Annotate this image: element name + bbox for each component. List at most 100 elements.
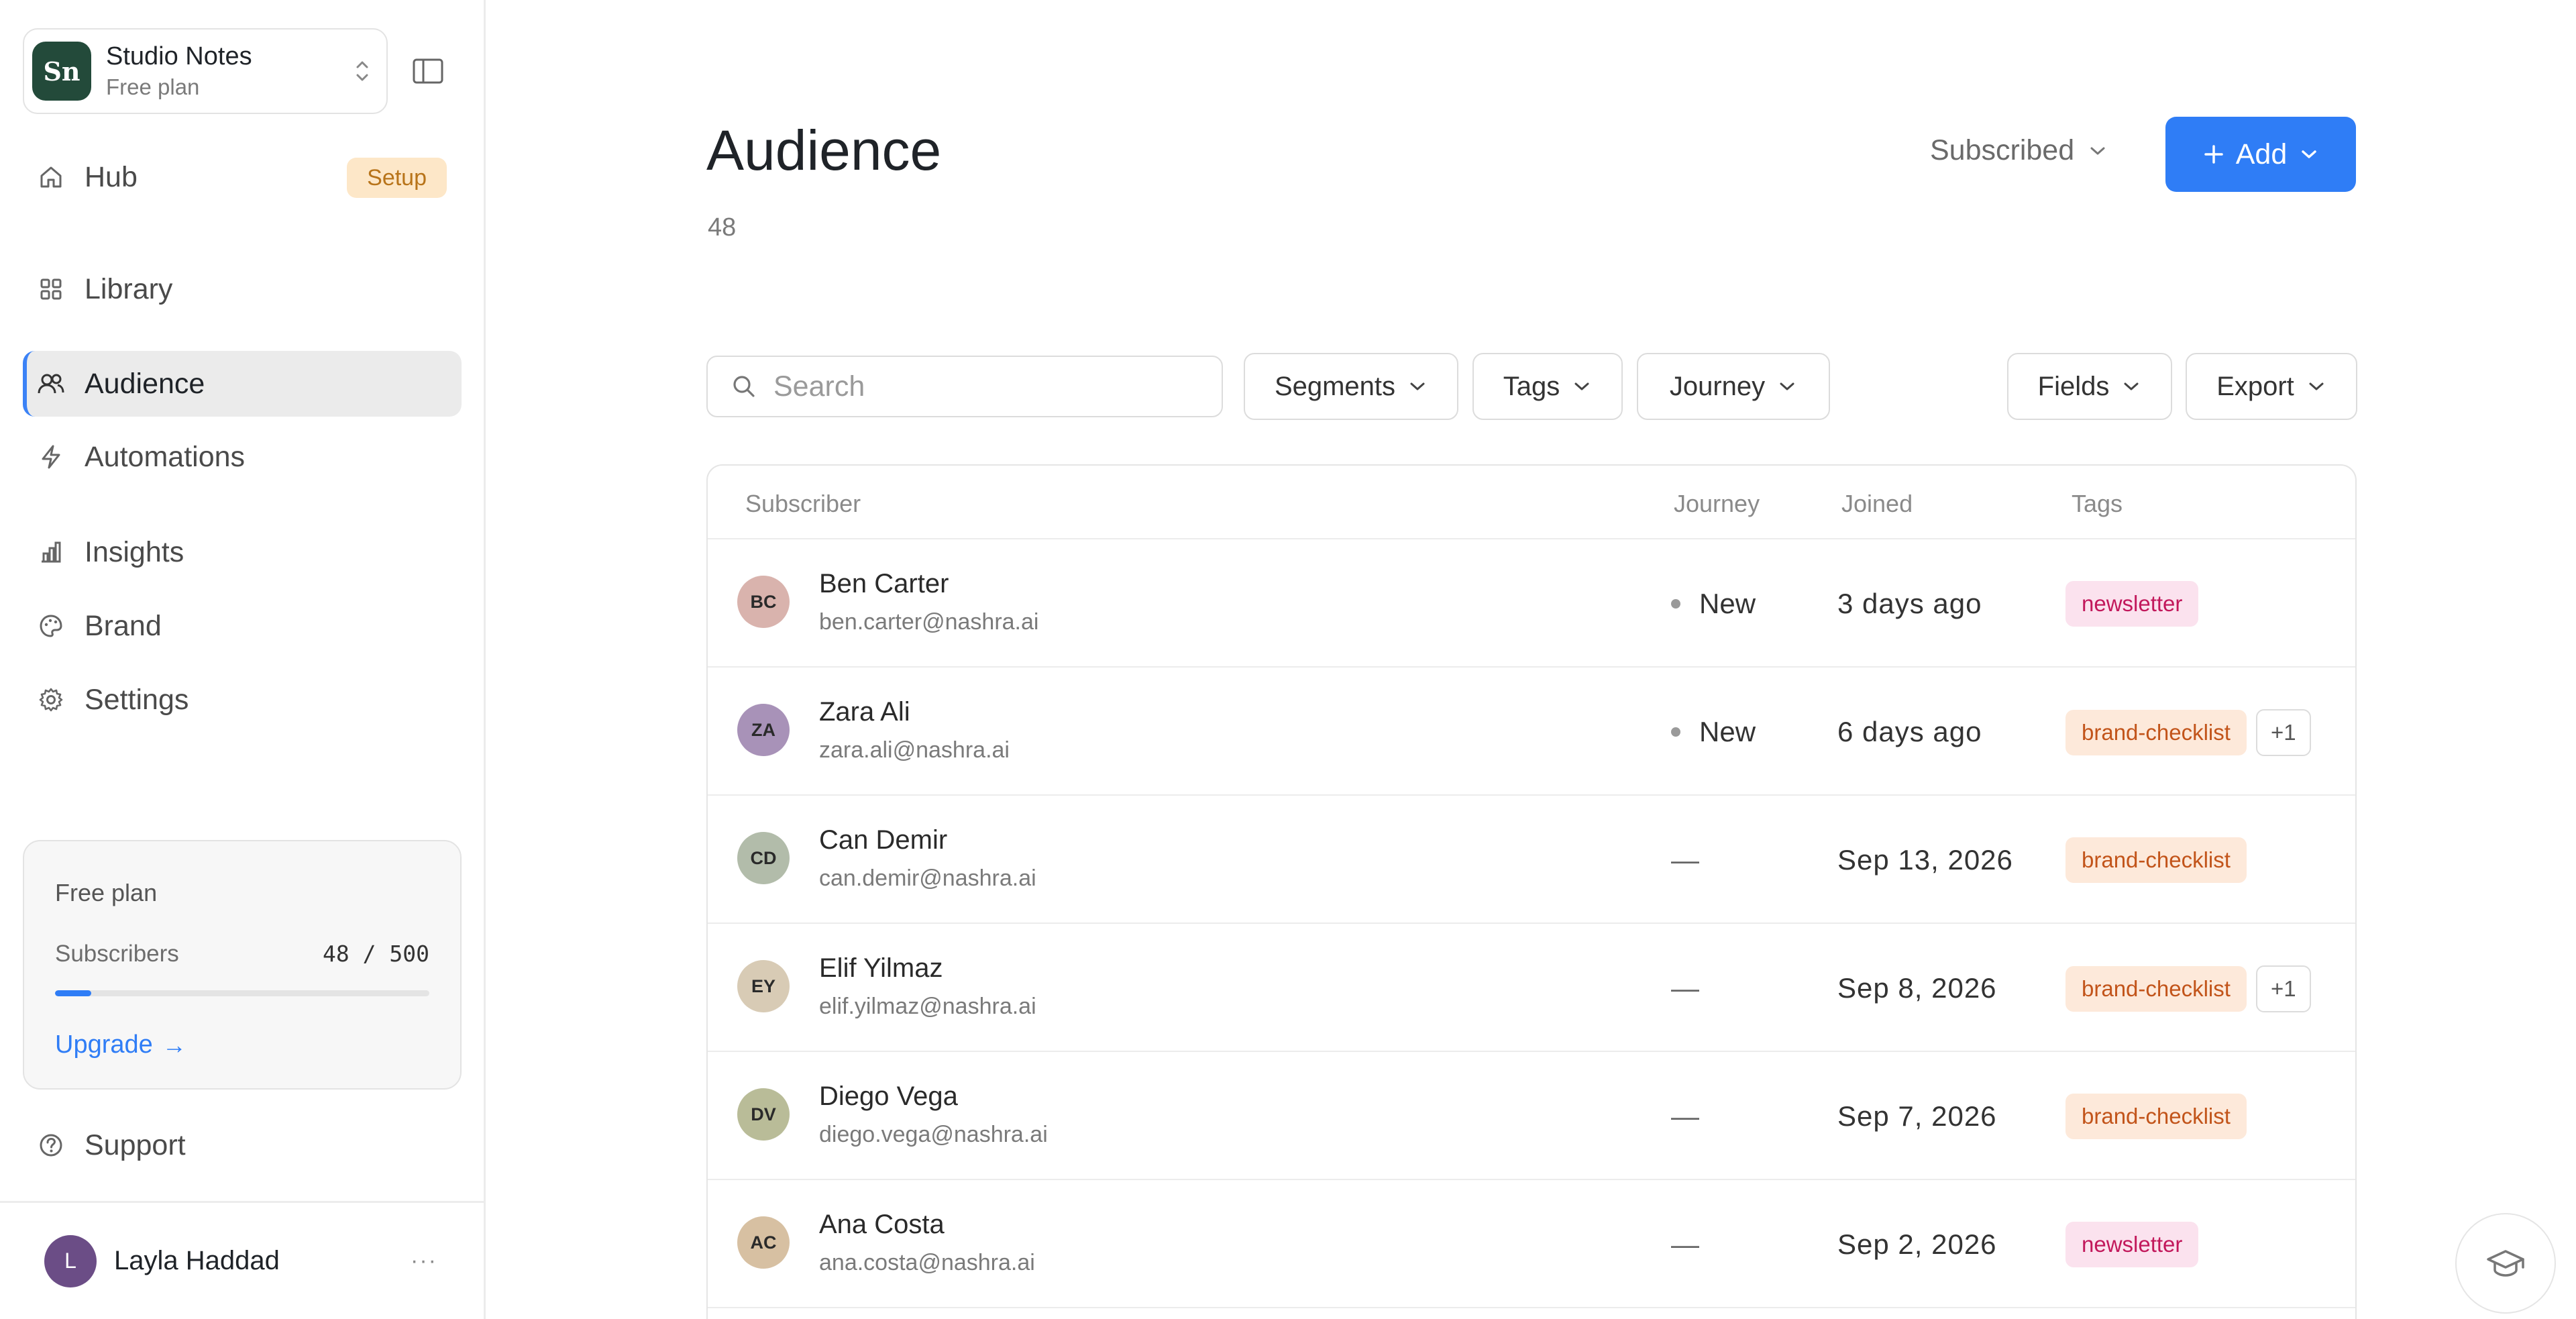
table-row[interactable]: BC Ben Carter ben.carter@nashra.ai New 3 day… xyxy=(708,539,2355,668)
more-options-icon[interactable]: ··· xyxy=(411,1248,437,1274)
workspace-switcher[interactable]: Sn Studio Notes Free plan xyxy=(23,28,388,114)
journey-label: Journey xyxy=(1669,371,1766,401)
avatar: BC xyxy=(737,576,790,628)
column-header-tags[interactable]: Tags xyxy=(2072,490,2123,518)
sidebar-item-support[interactable]: Support xyxy=(23,1112,462,1178)
search-box[interactable] xyxy=(706,356,1223,417)
user-menu[interactable]: L Layla Haddad ··· xyxy=(0,1201,486,1319)
joined-date: Sep 2, 2026 xyxy=(1837,1228,1997,1260)
more-tags-badge[interactable]: +1 xyxy=(2255,965,2311,1012)
avatar: EY xyxy=(737,960,790,1012)
tags-cell: brand-checklist xyxy=(2065,1094,2256,1139)
table-row[interactable]: CD Can Demir can.demir@nashra.ai — Sep 13, 2… xyxy=(708,796,2355,924)
sidebar-item-automations[interactable]: Automations xyxy=(23,424,462,490)
tags-label: Tags xyxy=(1503,371,1560,401)
avatar: L xyxy=(44,1234,97,1287)
avatar: CD xyxy=(737,832,790,884)
add-button[interactable]: Add xyxy=(2165,117,2356,192)
export-button[interactable]: Export xyxy=(2186,353,2357,420)
tag-badge[interactable]: newsletter xyxy=(2065,581,2199,627)
column-header-journey[interactable]: Journey xyxy=(1674,490,1760,518)
gear-icon xyxy=(36,685,66,715)
tags-cell: newsletter xyxy=(2065,581,2208,627)
status-dot-icon xyxy=(1671,599,1680,609)
workspace-plan: Free plan xyxy=(106,74,200,99)
search-input[interactable] xyxy=(773,370,1203,403)
sidebar-item-hub[interactable]: Hub Setup xyxy=(23,144,462,210)
segments-filter[interactable]: Segments xyxy=(1244,353,1458,420)
subscriber-name[interactable]: Elif Yilmaz xyxy=(819,953,943,984)
column-header-joined[interactable]: Joined xyxy=(1841,490,1913,518)
sidebar-toggle-icon[interactable] xyxy=(412,58,444,85)
sidebar-item-insights[interactable]: Insights xyxy=(23,519,462,585)
sidebar-item-label: Audience xyxy=(85,367,205,400)
avatar: ZA xyxy=(737,704,790,756)
main-content: Audience 48 Subscribed Add Segments Tags… xyxy=(488,0,2576,1319)
journey-cell: New xyxy=(1671,716,1756,748)
sidebar-item-label: Library xyxy=(85,272,173,305)
subscriber-name[interactable]: Can Demir xyxy=(819,825,947,855)
help-circle-icon xyxy=(36,1130,66,1160)
page-title: Audience xyxy=(706,119,942,182)
avatar: AC xyxy=(737,1216,790,1269)
chevron-updown-icon xyxy=(356,61,368,81)
sidebar-item-label: Brand xyxy=(85,609,162,642)
status-filter-dropdown[interactable]: Subscribed xyxy=(1930,134,2108,167)
tags-cell: brand-checklist +1 xyxy=(2065,709,2311,756)
table-row[interactable]: ZA Zara Ali zara.ali@nashra.ai New 6 days ag… xyxy=(708,668,2355,796)
tag-badge[interactable]: brand-checklist xyxy=(2065,966,2247,1012)
plan-card: Free plan Subscribers 48 / 500 Upgrade → xyxy=(23,840,462,1090)
more-tags-badge[interactable]: +1 xyxy=(2255,709,2311,756)
chevron-down-icon xyxy=(1574,382,1589,390)
joined-date: Sep 8, 2026 xyxy=(1837,972,1997,1004)
subscriber-name[interactable]: Ben Carter xyxy=(819,569,949,599)
sidebar-item-label: Insights xyxy=(85,535,184,568)
sidebar-item-audience[interactable]: Audience xyxy=(23,351,462,417)
journey-cell: — xyxy=(1671,1228,1699,1261)
chevron-down-icon xyxy=(2302,150,2316,158)
tag-badge[interactable]: newsletter xyxy=(2065,1222,2199,1267)
column-header-subscriber[interactable]: Subscriber xyxy=(745,490,861,518)
fields-button[interactable]: Fields xyxy=(2007,353,2172,420)
chevron-down-icon xyxy=(2090,147,2105,154)
palette-icon xyxy=(36,611,66,641)
tags-cell: brand-checklist +1 xyxy=(2065,965,2311,1012)
table-row[interactable]: DV Diego Vega diego.vega@nashra.ai — Sep 7, … xyxy=(708,1052,2355,1180)
avatar: DV xyxy=(737,1088,790,1141)
tag-badge[interactable]: brand-checklist xyxy=(2065,710,2247,755)
joined-date: Sep 13, 2026 xyxy=(1837,844,2013,876)
journey-status: — xyxy=(1671,1228,1699,1260)
subscriber-name[interactable]: Ana Costa xyxy=(819,1210,945,1240)
table-row[interactable]: AC Ana Costa ana.costa@nashra.ai — Sep 2, 20… xyxy=(708,1180,2355,1308)
tag-badge[interactable]: brand-checklist xyxy=(2065,837,2247,883)
sidebar-item-brand[interactable]: Brand xyxy=(23,593,462,659)
user-name: Layla Haddad xyxy=(114,1246,280,1275)
status-dot-icon xyxy=(1671,727,1680,737)
upgrade-link[interactable]: Upgrade → xyxy=(55,1031,186,1059)
subscriber-email: diego.vega@nashra.ai xyxy=(819,1122,1048,1147)
tags-filter[interactable]: Tags xyxy=(1472,353,1623,420)
tag-badge[interactable]: brand-checklist xyxy=(2065,1094,2247,1139)
subscriber-email: can.demir@nashra.ai xyxy=(819,865,1036,891)
help-button[interactable] xyxy=(2455,1213,2556,1314)
plan-title: Free plan xyxy=(55,879,158,906)
subscriber-email: zara.ali@nashra.ai xyxy=(819,737,1010,763)
tags-cell: newsletter xyxy=(2065,1222,2208,1267)
subscriber-email: ana.costa@nashra.ai xyxy=(819,1250,1035,1275)
usage-progress-bar xyxy=(55,990,429,996)
journey-cell: — xyxy=(1671,1100,1699,1132)
graduation-cap-icon xyxy=(2487,1250,2524,1277)
subscriber-name[interactable]: Zara Ali xyxy=(819,697,910,727)
chevron-down-icon xyxy=(2309,382,2324,390)
add-button-label: Add xyxy=(2235,138,2288,170)
journey-filter[interactable]: Journey xyxy=(1637,353,1830,420)
users-icon xyxy=(36,369,66,399)
table-row[interactable]: EY Elif Yilmaz elif.yilmaz@nashra.ai — Sep 8… xyxy=(708,924,2355,1052)
journey-status: New xyxy=(1699,588,1756,619)
sidebar-item-settings[interactable]: Settings xyxy=(23,667,462,733)
sidebar-item-library[interactable]: Library xyxy=(23,256,462,322)
setup-badge[interactable]: Setup xyxy=(347,158,447,198)
subscriber-email: ben.carter@nashra.ai xyxy=(819,609,1039,635)
joined-date: 6 days ago xyxy=(1837,716,1982,747)
subscriber-name[interactable]: Diego Vega xyxy=(819,1081,958,1112)
